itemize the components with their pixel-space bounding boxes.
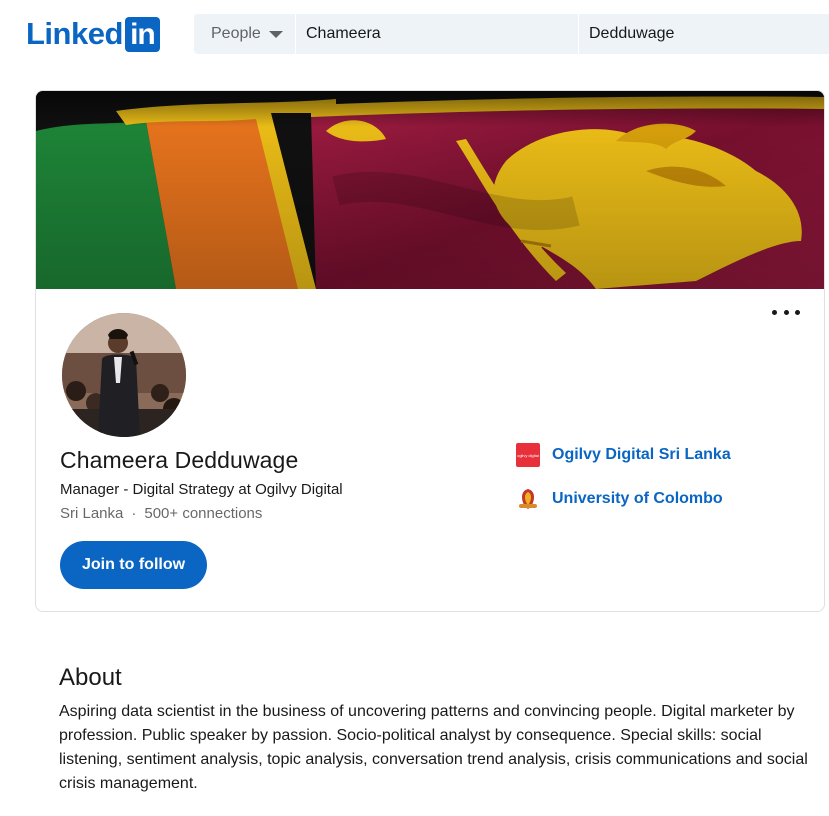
profile-location: Sri Lanka bbox=[60, 505, 124, 522]
profile-name: Chameera Dedduwage bbox=[60, 447, 299, 473]
join-to-follow-button[interactable]: Join to follow bbox=[60, 541, 207, 589]
caret-down-icon bbox=[268, 30, 283, 38]
profile-photo-avatar bbox=[60, 311, 188, 439]
top-header: Linked in People bbox=[0, 0, 829, 70]
profile-meta: Sri Lanka · 500+ connections bbox=[60, 505, 262, 522]
people-search-bar: People bbox=[194, 14, 829, 54]
current-company-link[interactable]: ogilvy digital Ogilvy Digital Sri Lanka bbox=[516, 443, 731, 467]
search-type-dropdown[interactable]: People bbox=[194, 14, 296, 54]
logo-wordmark: Linked bbox=[26, 16, 123, 51]
search-type-label: People bbox=[211, 25, 261, 42]
about-heading: About bbox=[59, 664, 122, 691]
education-school-link[interactable]: University of Colombo bbox=[516, 487, 723, 511]
cover-image bbox=[36, 91, 824, 289]
profile-headline: Manager - Digital Strategy at Ogilvy Dig… bbox=[60, 481, 343, 498]
profile-card: Chameera Dedduwage Manager - Digital Str… bbox=[35, 90, 825, 612]
ellipsis-dot-icon bbox=[772, 309, 777, 315]
profile-connections: 500+ connections bbox=[144, 505, 263, 522]
university-crest-icon bbox=[516, 487, 540, 511]
about-summary: Aspiring data scientist in the business … bbox=[59, 703, 808, 792]
first-name-input[interactable] bbox=[296, 14, 579, 54]
ellipsis-dot-icon bbox=[783, 309, 789, 315]
company-name: Ogilvy Digital Sri Lanka bbox=[552, 446, 731, 463]
speaker-photo bbox=[62, 313, 186, 437]
last-name-input[interactable] bbox=[579, 14, 829, 54]
more-options-button[interactable] bbox=[772, 303, 800, 321]
ellipsis-dot-icon bbox=[795, 309, 800, 315]
ogilvy-logo-icon: ogilvy digital bbox=[516, 443, 540, 467]
meta-separator: · bbox=[131, 505, 137, 522]
school-name: University of Colombo bbox=[552, 490, 723, 507]
sri-lanka-flag-image bbox=[36, 91, 824, 289]
logo-in-box: in bbox=[124, 16, 160, 52]
linkedin-logo[interactable]: Linked in bbox=[26, 16, 160, 52]
